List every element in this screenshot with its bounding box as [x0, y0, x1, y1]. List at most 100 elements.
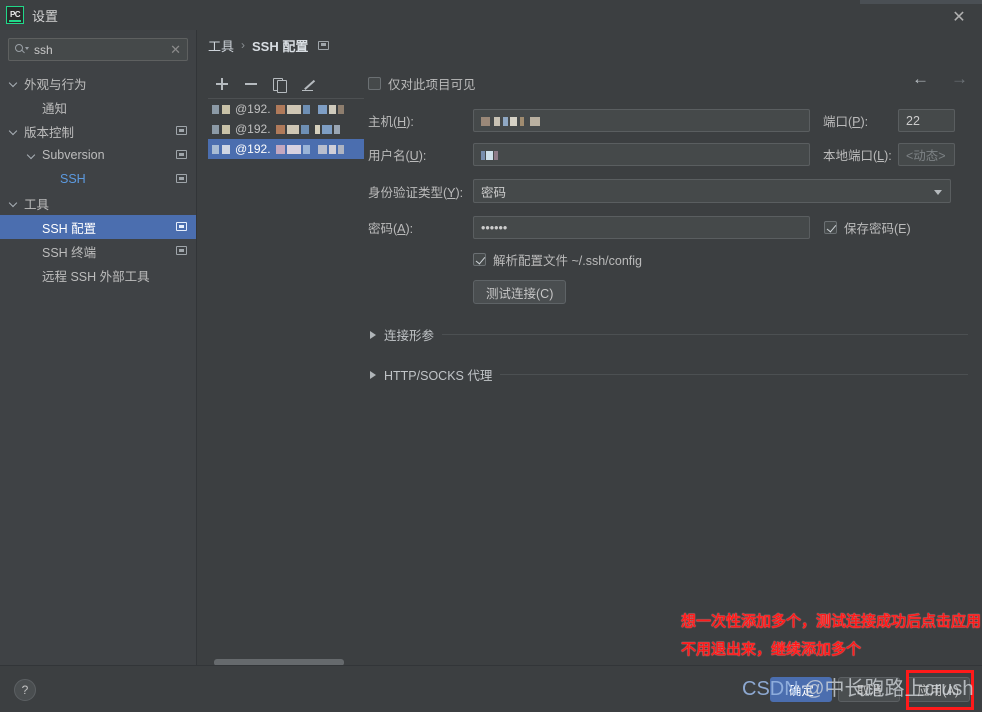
- clear-search-icon[interactable]: ✕: [170, 43, 181, 56]
- settings-tree: 外观与行为通知版本控制 Subversion SSH 工具 SSH 配置 SSH 终端远程…: [0, 71, 196, 287]
- username-input[interactable]: [473, 143, 810, 166]
- sidebar-item-label: 工具: [24, 197, 50, 212]
- list-item-label: @192.: [235, 142, 271, 156]
- host-input[interactable]: [473, 109, 810, 132]
- sidebar-item-4[interactable]: SSH: [0, 167, 196, 191]
- annotation-line-2: 不用退出来，继续添加多个: [681, 641, 862, 658]
- redaction-block: [481, 116, 490, 126]
- config-scope-icon[interactable]: [176, 246, 187, 255]
- redaction-block: [302, 105, 310, 115]
- redaction-block: [275, 145, 285, 155]
- list-item[interactable]: @192.: [208, 119, 364, 139]
- redaction-block: [212, 145, 219, 155]
- sidebar-item-3[interactable]: Subversion: [0, 143, 196, 167]
- save-password-checkbox[interactable]: [824, 221, 837, 234]
- sidebar-item-label: 通知: [42, 101, 68, 116]
- port-input[interactable]: 22: [898, 109, 955, 132]
- settings-sidebar: ssh ✕ 外观与行为通知版本控制 Subversion SSH 工具 SSH 配置 SS…: [0, 30, 197, 665]
- section-toggle-1[interactable]: HTTP/SOCKS 代理: [368, 365, 968, 384]
- password-label: 密码(A):: [368, 222, 414, 236]
- project-visible-label: 仅对此项目可见: [388, 78, 476, 92]
- copy-config-icon[interactable]: [272, 76, 288, 93]
- search-input[interactable]: ssh ✕: [8, 38, 188, 61]
- sidebar-item-label: 远程 SSH 外部工具: [42, 269, 150, 284]
- chevron-right-icon: [370, 330, 376, 339]
- local-port-input[interactable]: <动态>: [898, 143, 955, 166]
- section-divider: [500, 374, 968, 375]
- redaction-block: [481, 150, 485, 160]
- test-connection-button[interactable]: 测试连接(C): [473, 280, 567, 304]
- sidebar-item-label: 版本控制: [24, 125, 75, 140]
- list-item[interactable]: @192.: [208, 99, 364, 119]
- sidebar-item-5[interactable]: 工具: [0, 191, 196, 215]
- redaction-block: [510, 116, 517, 126]
- settings-dialog: PC 设置 ✕ ssh ✕ 外观与行为 通知 版本控制 Subversion SSH 工具…: [0, 0, 982, 712]
- section-title: HTTP/SOCKS 代理: [384, 369, 493, 383]
- dialog-button-1[interactable]: 取消: [838, 677, 901, 702]
- config-scope-icon[interactable]: [176, 150, 187, 159]
- dialog-button-2[interactable]: 应用(A): [906, 677, 970, 702]
- list-item-prefix-redacted: [212, 142, 232, 156]
- breadcrumb-current: SSH 配置: [252, 38, 309, 54]
- help-button[interactable]: ?: [14, 679, 36, 701]
- project-visible-checkbox[interactable]: [368, 77, 381, 90]
- dialog-buttons: 确定 取消 应用(A): [770, 677, 970, 702]
- list-item-label: @192.: [235, 122, 271, 136]
- save-password-label: 保存密码(E): [844, 222, 911, 236]
- redaction-block: [300, 125, 309, 135]
- sidebar-item-1[interactable]: 通知: [0, 95, 196, 119]
- config-scope-icon[interactable]: [176, 126, 187, 135]
- ssh-config-list: @192. @192. @192.: [208, 98, 364, 658]
- redaction-block: [222, 125, 230, 135]
- redaction-block: [486, 150, 493, 160]
- config-scope-icon[interactable]: [318, 40, 330, 50]
- redaction-block: [302, 145, 310, 155]
- test-connection-row: 测试连接(C): [473, 280, 968, 304]
- redaction-block: [317, 145, 327, 155]
- redaction-block: [286, 105, 301, 115]
- chevron-down-icon[interactable]: [10, 199, 19, 208]
- ssh-config-form: 仅对此项目可见 主机(H): 端口(P): 22 用户名(U): 本地端口(L)…: [368, 74, 968, 384]
- dialog-footer: ? 确定 取消 应用(A): [0, 665, 982, 712]
- sidebar-item-8[interactable]: 远程 SSH 外部工具: [0, 263, 196, 287]
- redaction-block: [337, 105, 344, 115]
- sidebar-item-label: SSH 配置: [42, 221, 97, 236]
- config-scope-icon[interactable]: [176, 222, 187, 231]
- redaction-block: [494, 150, 498, 160]
- search-value: ssh: [34, 42, 53, 57]
- add-config-icon[interactable]: [214, 76, 230, 92]
- auth-type-select[interactable]: 密码: [473, 179, 951, 203]
- parse-config-label: 解析配置文件 ~/.ssh/config: [493, 254, 642, 268]
- parse-config-row: 解析配置文件 ~/.ssh/config: [473, 250, 968, 269]
- sidebar-item-6[interactable]: SSH 配置: [0, 215, 196, 239]
- annotation-overlay: 想一次性添加多个，测试连接成功后点击应用， 不用退出来，继续添加多个: [681, 608, 982, 664]
- section-divider: [442, 334, 968, 335]
- chevron-down-icon[interactable]: [10, 127, 19, 136]
- dialog-button-0[interactable]: 确定: [770, 677, 833, 702]
- sidebar-item-0[interactable]: 外观与行为: [0, 71, 196, 95]
- remove-config-icon[interactable]: [243, 76, 259, 92]
- breadcrumb-root[interactable]: 工具: [208, 36, 234, 55]
- parse-config-checkbox[interactable]: [473, 253, 486, 266]
- chevron-down-icon: [934, 190, 942, 195]
- sidebar-item-2[interactable]: 版本控制: [0, 119, 196, 143]
- redaction-block: [328, 105, 336, 115]
- list-item-label: @192.: [235, 102, 271, 116]
- auth-type-value: 密码: [481, 185, 507, 200]
- breadcrumb-separator: ›: [241, 38, 246, 52]
- host-value-redacted: [481, 114, 540, 128]
- redaction-block: [212, 105, 219, 115]
- sidebar-item-label: 外观与行为: [24, 77, 87, 92]
- password-input[interactable]: ••••••: [473, 216, 810, 239]
- sidebar-item-7[interactable]: SSH 终端: [0, 239, 196, 263]
- list-item[interactable]: @192.: [208, 139, 364, 159]
- chevron-down-icon[interactable]: [10, 79, 19, 88]
- redaction-block: [286, 145, 301, 155]
- config-scope-icon[interactable]: [176, 174, 187, 183]
- host-label: 主机(H):: [368, 115, 414, 129]
- port-label: 端口(P):: [823, 115, 869, 129]
- close-icon[interactable]: ✕: [936, 4, 982, 30]
- chevron-down-icon[interactable]: [28, 151, 37, 160]
- section-toggle-0[interactable]: 连接形参: [368, 325, 968, 344]
- edit-config-icon[interactable]: [301, 76, 317, 92]
